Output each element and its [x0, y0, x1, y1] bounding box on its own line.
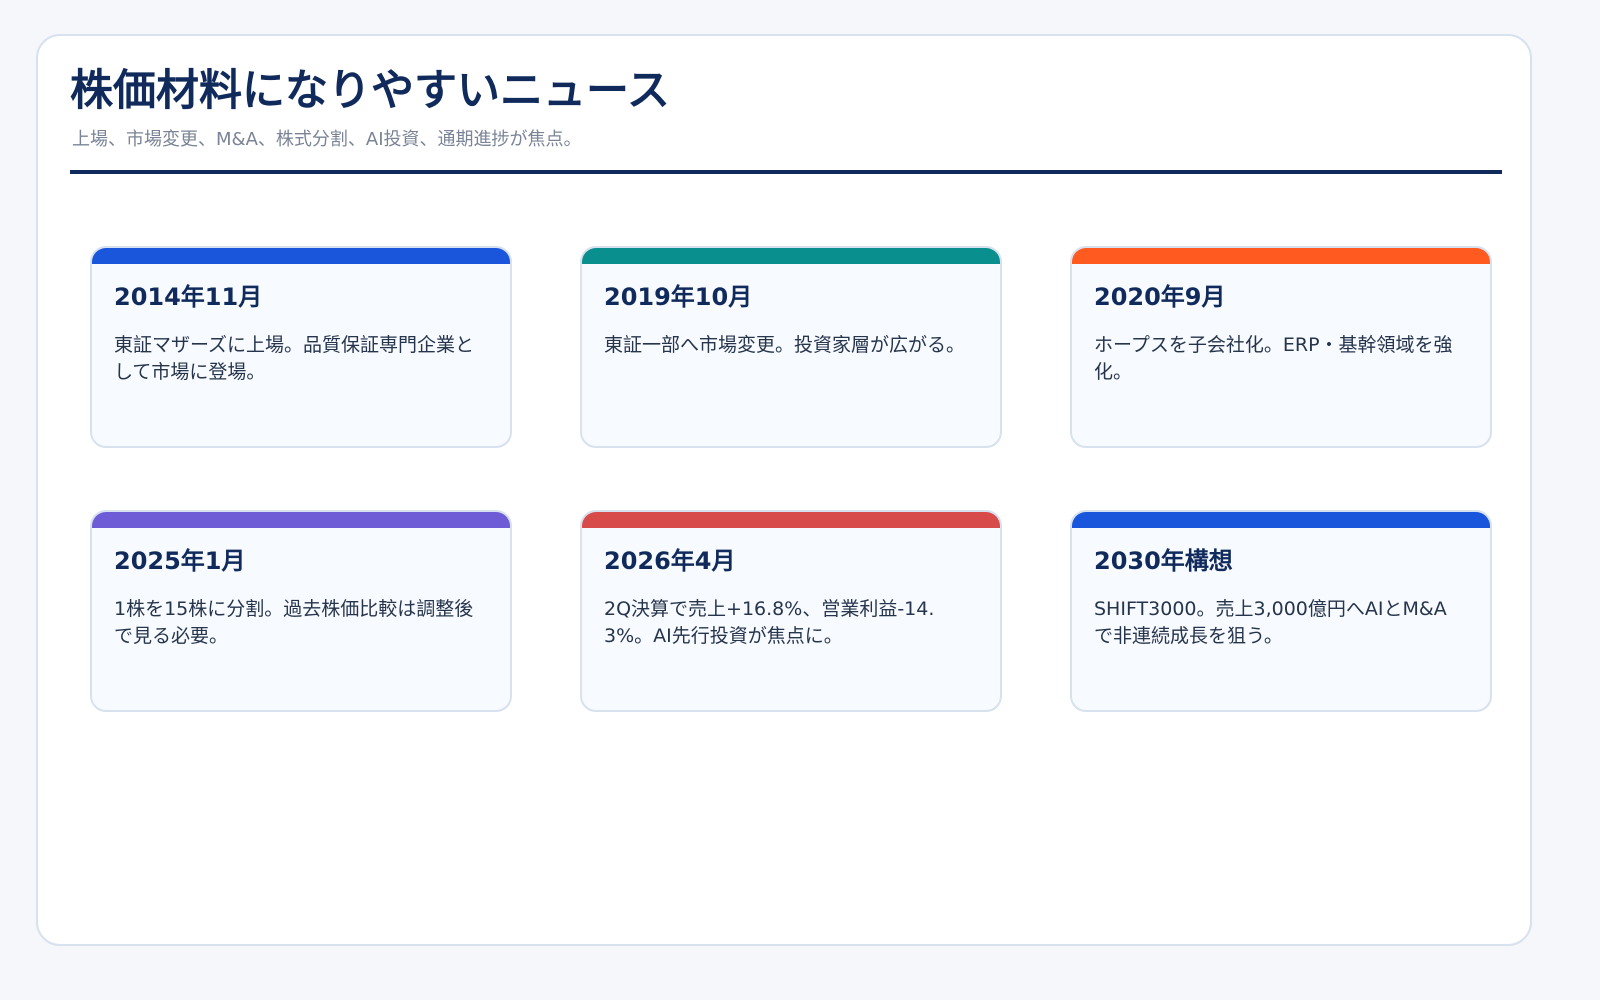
page-title: 株価材料になりやすいニュース — [70, 66, 670, 116]
news-card-2025-01: 2025年1月 1株を15株に分割。過去株価比較は調整後で見る必要。 — [90, 510, 512, 712]
news-card-2014-11: 2014年11月 東証マザーズに上場。品質保証専門企業として市場に登場。 — [90, 246, 512, 448]
card-accent-bar — [582, 248, 1000, 264]
card-date: 2026年4月 — [604, 547, 736, 575]
title-divider — [70, 170, 1502, 174]
card-description: 東証一部へ市場変更。投資家層が広がる。 — [604, 334, 966, 356]
card-accent-bar — [92, 248, 510, 264]
card-description: 1株を15株に分割。過去株価比較は調整後で見る必要。 — [114, 598, 474, 647]
card-description: 2Q決算で売上+16.8%、営業利益-14.3%。AI先行投資が焦点に。 — [604, 598, 935, 647]
news-card-2020-09: 2020年9月 ホープスを子会社化。ERP・基幹領域を強化。 — [1070, 246, 1492, 448]
card-description: ホープスを子会社化。ERP・基幹領域を強化。 — [1094, 334, 1453, 383]
card-description: 東証マザーズに上場。品質保証専門企業として市場に登場。 — [114, 334, 475, 383]
news-card-2026-04: 2026年4月 2Q決算で売上+16.8%、営業利益-14.3%。AI先行投資が… — [580, 510, 1002, 712]
card-description: SHIFT3000。売上3,000億円へAIとM&Aで非連続成長を狙う。 — [1094, 598, 1447, 647]
news-card-2019-10: 2019年10月 東証一部へ市場変更。投資家層が広がる。 — [580, 246, 1002, 448]
card-date: 2014年11月 — [114, 283, 263, 311]
card-date: 2030年構想 — [1094, 547, 1233, 575]
news-card-2030-vision: 2030年構想 SHIFT3000。売上3,000億円へAIとM&Aで非連続成長… — [1070, 510, 1492, 712]
card-date: 2020年9月 — [1094, 283, 1226, 311]
card-accent-bar — [92, 512, 510, 528]
page-subtitle: 上場、市場変更、M&A、株式分割、AI投資、通期進捗が焦点。 — [72, 129, 582, 150]
card-date: 2025年1月 — [114, 547, 246, 575]
card-accent-bar — [1072, 248, 1490, 264]
card-date: 2019年10月 — [604, 283, 753, 311]
news-panel: 株価材料になりやすいニュース 上場、市場変更、M&A、株式分割、AI投資、通期進… — [36, 34, 1532, 946]
card-accent-bar — [582, 512, 1000, 528]
card-accent-bar — [1072, 512, 1490, 528]
